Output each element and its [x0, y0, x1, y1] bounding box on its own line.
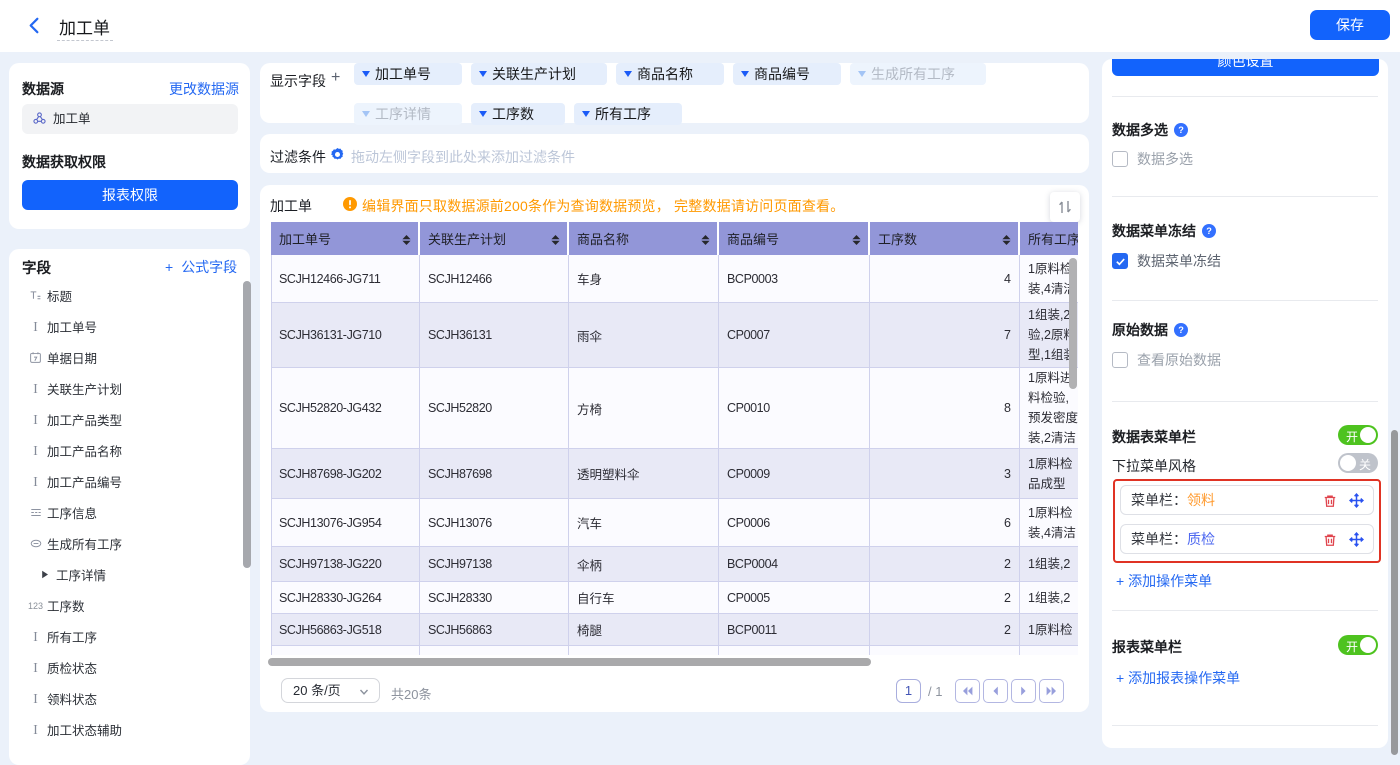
svg-text:?: ?	[1206, 226, 1212, 236]
svg-text:?: ?	[1178, 125, 1184, 135]
svg-text:?: ?	[1178, 325, 1184, 335]
